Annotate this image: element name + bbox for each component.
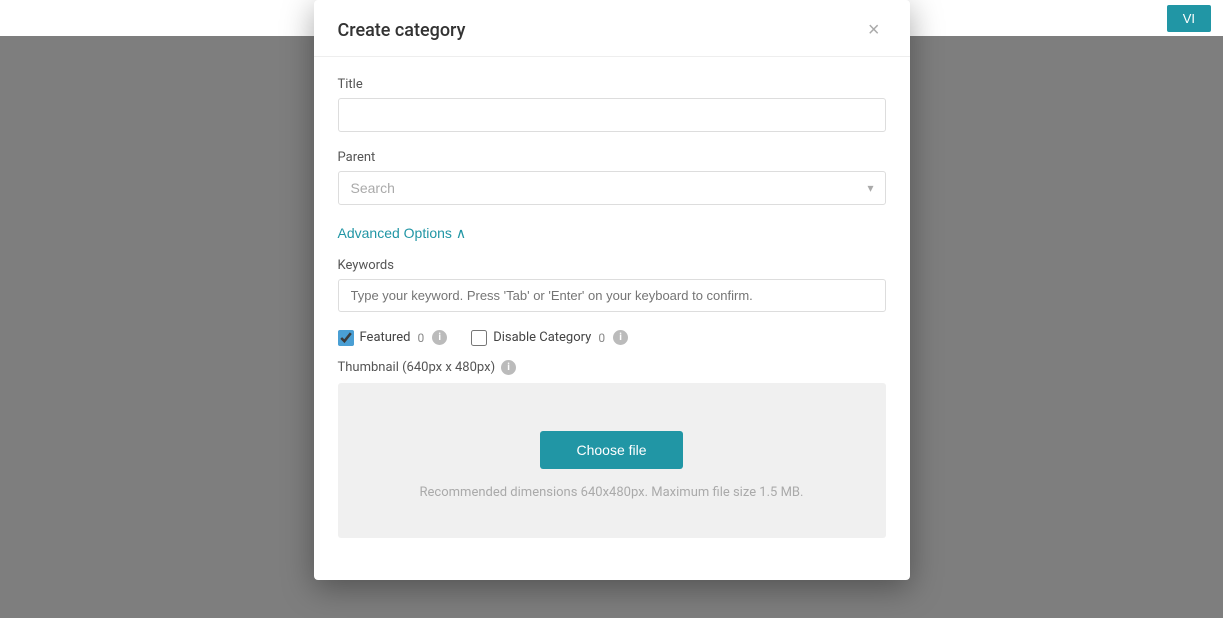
title-input[interactable] bbox=[338, 98, 886, 132]
keywords-label: Keywords bbox=[338, 258, 886, 273]
thumbnail-group: Thumbnail (640px x 480px) i Choose file … bbox=[338, 360, 886, 538]
parent-select[interactable]: Search bbox=[338, 171, 886, 205]
thumbnail-hint: Recommended dimensions 640x480px. Maximu… bbox=[420, 485, 804, 500]
checkboxes-row: Featured 0 i Disable Category 0 i bbox=[338, 330, 886, 346]
thumbnail-label: Thumbnail (640px x 480px) i bbox=[338, 360, 886, 375]
thumbnail-dropzone: Choose file Recommended dimensions 640x4… bbox=[338, 383, 886, 538]
title-group: Title bbox=[338, 77, 886, 132]
modal-header: Create category × bbox=[314, 0, 910, 57]
title-label: Title bbox=[338, 77, 886, 92]
disable-category-checkbox[interactable] bbox=[471, 330, 487, 346]
parent-group: Parent Search ▾ bbox=[338, 150, 886, 205]
disable-category-info-icon: i bbox=[613, 330, 628, 345]
advanced-options-label: Advanced Options bbox=[338, 225, 452, 241]
keywords-group: Keywords bbox=[338, 258, 886, 312]
disable-category-label: Disable Category bbox=[493, 330, 591, 345]
disable-category-checkbox-item[interactable]: Disable Category 0 i bbox=[471, 330, 628, 346]
create-category-modal: Create category × Title Parent Search ▾ bbox=[314, 0, 910, 580]
featured-checkbox[interactable] bbox=[338, 330, 354, 346]
chevron-up-icon: ∧ bbox=[456, 225, 466, 242]
disable-category-count: 0 bbox=[598, 331, 605, 345]
thumbnail-info-icon: i bbox=[501, 360, 516, 375]
featured-checkbox-item[interactable]: Featured 0 i bbox=[338, 330, 448, 346]
choose-file-button[interactable]: Choose file bbox=[540, 431, 682, 469]
modal-title: Create category bbox=[338, 20, 466, 41]
featured-count: 0 bbox=[417, 331, 424, 345]
parent-label: Parent bbox=[338, 150, 886, 165]
parent-select-wrapper: Search ▾ bbox=[338, 171, 886, 205]
featured-info-icon: i bbox=[432, 330, 447, 345]
keywords-input[interactable] bbox=[338, 279, 886, 312]
featured-label: Featured bbox=[360, 330, 411, 345]
close-button[interactable]: × bbox=[862, 18, 886, 42]
modal-body: Title Parent Search ▾ Advanced Options ∧ bbox=[314, 57, 910, 558]
modal-backdrop: Create category × Title Parent Search ▾ bbox=[0, 0, 1223, 618]
advanced-options-toggle[interactable]: Advanced Options ∧ bbox=[338, 225, 467, 242]
